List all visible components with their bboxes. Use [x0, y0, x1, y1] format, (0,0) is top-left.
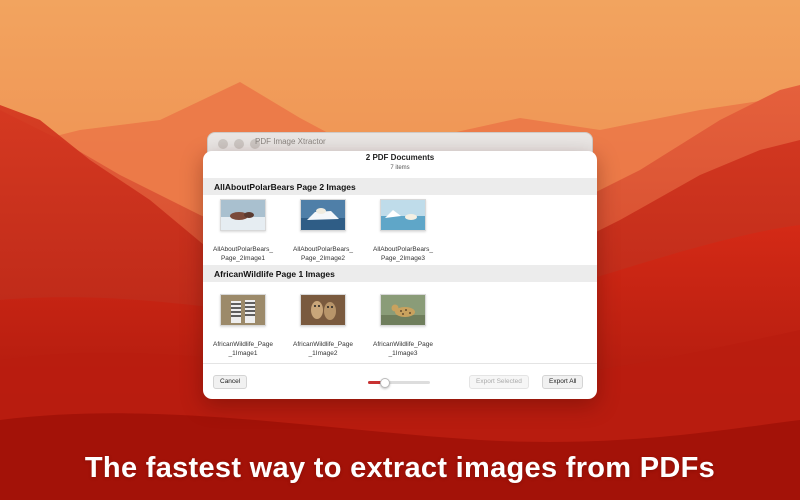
image-item[interactable]: AllAboutPolarBears_ Page_2Image2 — [283, 195, 363, 265]
minimize-window-button[interactable] — [234, 139, 244, 149]
image-filename-line1: AfricanWildlife_Page — [373, 341, 433, 348]
image-filename-line1: AllAboutPolarBears_ — [213, 246, 273, 253]
leopard-icon[interactable] — [380, 294, 426, 326]
zebras-icon[interactable] — [220, 294, 266, 326]
export-all-button[interactable]: Export All — [542, 375, 584, 389]
image-filename-line1: AfricanWildlife_Page — [293, 341, 353, 348]
polar-bear-in-water-icon[interactable] — [380, 199, 426, 231]
polar-bears-on-ice-icon[interactable] — [220, 199, 266, 231]
item-count: 7 items — [390, 165, 410, 171]
image-filename-line2: _1Image1 — [228, 350, 258, 357]
slider-knob[interactable] — [380, 378, 390, 388]
image-filename-line1: AllAboutPolarBears_ — [293, 246, 353, 253]
export-sheet: 2 PDF Documents 7 items AllAboutPolarBea… — [203, 151, 597, 399]
sheet-title: 2 PDF Documents — [365, 153, 435, 162]
section-title: AllAboutPolarBears Page 2 Images — [214, 181, 356, 192]
section-header: AfricanWildlife Page 1 Images — [203, 265, 597, 282]
section-header: AllAboutPolarBears Page 2 Images — [203, 178, 597, 195]
section-title: AfricanWildlife Page 1 Images — [214, 268, 335, 279]
image-item[interactable]: AfricanWildlife_Page _1Image1 — [203, 290, 283, 360]
image-item[interactable]: AfricanWildlife_Page _1Image3 — [363, 290, 443, 360]
polar-bears-on-floe-icon[interactable] — [300, 199, 346, 231]
close-window-button[interactable] — [218, 139, 228, 149]
image-filename-line2: Page_2Image3 — [380, 255, 426, 262]
meerkats-icon[interactable] — [300, 294, 346, 326]
image-grid: AllAboutPolarBears_ Page_2Image1 AllAbout… — [203, 195, 597, 265]
marketing-tagline: The fastest way to extract images from P… — [84, 452, 716, 484]
image-item[interactable]: AllAboutPolarBears_ Page_2Image1 — [203, 195, 283, 265]
image-grid: AfricanWildlife_Page _1Image1 AfricanWild… — [203, 290, 597, 360]
thumbnail-size-slider[interactable] — [368, 378, 430, 388]
image-filename-line2: _1Image3 — [388, 350, 418, 357]
window-title: PDF Image Xtractor — [255, 137, 326, 146]
export-selected-button[interactable]: Export Selected — [469, 375, 529, 389]
image-filename-line2: Page_2Image1 — [220, 255, 266, 262]
sheet-header: 2 PDF Documents 7 items — [203, 151, 597, 178]
sheet-footer: Cancel Export Selected Export All — [203, 363, 597, 399]
image-filename-line1: AllAboutPolarBears_ — [373, 246, 433, 253]
image-item[interactable]: AfricanWildlife_Page _1Image2 — [283, 290, 363, 360]
image-filename-line1: AfricanWildlife_Page — [213, 341, 273, 348]
image-filename-line2: Page_2Image2 — [300, 255, 346, 262]
cancel-button[interactable]: Cancel — [213, 375, 248, 389]
image-filename-line2: _1Image2 — [308, 350, 338, 357]
image-item[interactable]: AllAboutPolarBears_ Page_2Image3 — [363, 195, 443, 265]
